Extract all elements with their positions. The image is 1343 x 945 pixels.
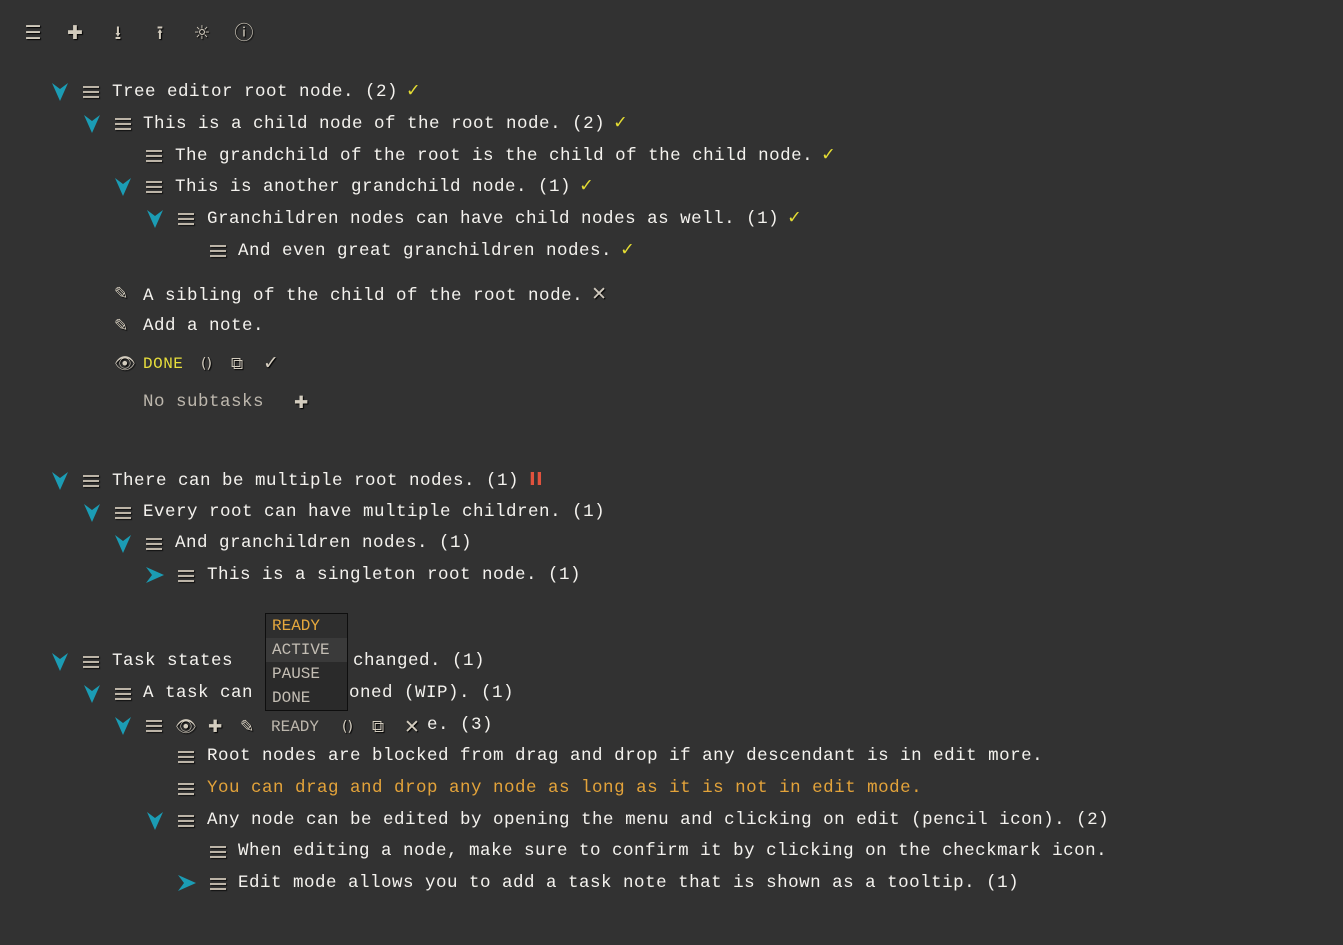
drag-handle-icon[interactable] <box>146 538 162 552</box>
pencil-icon[interactable]: ✎ <box>114 316 128 336</box>
collapse-chevron-icon[interactable] <box>84 504 100 522</box>
done-check-icon: ✓ <box>787 208 803 228</box>
drag-handle-icon[interactable] <box>83 475 99 489</box>
tree-node[interactable]: Tree editor root node. (2) ✓ <box>112 81 421 102</box>
drag-handle-icon[interactable] <box>115 688 131 702</box>
drag-handle-icon[interactable] <box>210 846 226 860</box>
pencil-icon[interactable]: ✎ <box>114 284 128 304</box>
collapse-chevron-icon[interactable] <box>52 83 68 101</box>
delete-icon[interactable]: ✕ <box>404 717 420 737</box>
done-check-icon: ✓ <box>406 81 422 101</box>
tree-node[interactable]: A task can <box>143 683 253 703</box>
node-label: Task states <box>112 651 245 671</box>
collapse-chevron-icon[interactable] <box>115 535 131 553</box>
status-select[interactable]: READY <box>271 717 319 737</box>
drag-handle-icon[interactable] <box>178 783 194 797</box>
collapse-chevron-icon[interactable] <box>147 812 163 830</box>
status-option-pause[interactable]: PAUSE <box>266 662 347 686</box>
tree-node[interactable]: Granchildren nodes can have child nodes … <box>207 208 802 229</box>
drag-handle-icon[interactable] <box>115 118 131 132</box>
pencil-icon[interactable]: ✎ <box>240 717 254 737</box>
node-label: This is another grandchild node. (1) <box>175 177 572 197</box>
node-label: A task can <box>143 683 254 703</box>
node-label: A sibling of the child of the root node. <box>143 286 584 306</box>
drag-handle-icon[interactable] <box>178 815 194 829</box>
collapse-chevron-icon[interactable] <box>147 210 163 228</box>
settings-icon[interactable]: ☼ <box>191 22 213 44</box>
done-check-icon: ✓ <box>821 145 837 165</box>
status-option-active[interactable]: ACTIVE <box>266 638 347 662</box>
drag-handle-icon[interactable] <box>210 878 226 892</box>
tree-node[interactable]: This is another grandchild node. (1) ✓ <box>175 176 594 197</box>
import-icon[interactable]: ⭳ <box>107 22 129 44</box>
collapse-chevron-icon[interactable] <box>115 717 131 735</box>
node-label: Tree editor root node. (2) <box>112 82 399 102</box>
window-icon[interactable]: ⧉ <box>231 354 243 374</box>
status-dropdown[interactable]: READY ACTIVE PAUSE DONE <box>265 613 348 711</box>
drag-handle-icon[interactable] <box>210 245 226 259</box>
node-label: There can be multiple root nodes. (1) <box>112 471 520 491</box>
collapse-chevron-icon[interactable] <box>84 685 100 703</box>
tree-node[interactable]: Task states <box>112 651 244 671</box>
drag-handle-icon[interactable] <box>83 86 99 100</box>
node-label-continued: e. (3) <box>427 715 494 735</box>
collapse-chevron-icon[interactable] <box>84 115 100 133</box>
tree-node[interactable]: The grandchild of the root is the child … <box>175 145 836 166</box>
add-icon[interactable]: ✚ <box>64 22 86 44</box>
add-icon[interactable]: ✚ <box>208 717 222 737</box>
drag-handle-icon[interactable] <box>146 720 162 734</box>
info-icon[interactable]: ⓘ <box>233 22 255 44</box>
tree-node[interactable]: Edit mode allows you to add a task note … <box>238 873 1019 893</box>
done-check-icon: ✓ <box>613 113 629 133</box>
status-select[interactable]: DONE <box>143 354 183 374</box>
drag-handle-icon[interactable] <box>146 150 162 164</box>
tree-node[interactable]: There can be multiple root nodes. (1) II <box>112 470 543 491</box>
drag-handle-icon[interactable] <box>83 656 99 670</box>
eye-icon[interactable]: 👁 <box>175 717 197 737</box>
node-label-continued: oned (WIP). (1) <box>349 683 515 703</box>
drag-handle-icon[interactable] <box>178 570 194 584</box>
node-label: This is a child node of the root node. (… <box>143 114 606 134</box>
tree-node[interactable]: This is a child node of the root node. (… <box>143 113 628 134</box>
tree-node-highlighted[interactable]: You can drag and drop any node as long a… <box>207 778 922 798</box>
done-check-icon: ✓ <box>579 176 595 196</box>
status-option-done[interactable]: DONE <box>266 686 347 710</box>
parentheses-icon[interactable]: () <box>201 354 212 374</box>
expand-chevron-icon[interactable] <box>146 567 164 585</box>
tree-node[interactable]: Root nodes are blocked from drag and dro… <box>207 746 1043 766</box>
expand-chevron-icon[interactable] <box>178 875 196 893</box>
tree-node[interactable]: Any node can be edited by opening the me… <box>207 810 1109 830</box>
collapse-chevron-icon[interactable] <box>52 653 68 671</box>
drag-handle-icon[interactable] <box>146 181 162 195</box>
node-label-continued: changed. (1) <box>353 651 486 671</box>
menu-icon[interactable]: ☰ <box>22 22 44 44</box>
tree-node[interactable]: When editing a node, make sure to confir… <box>238 841 1107 861</box>
drag-handle-icon[interactable] <box>178 751 194 765</box>
tree-node[interactable]: And granchildren nodes. (1) <box>175 533 472 553</box>
tree-node-editing[interactable]: A sibling of the child of the root node.… <box>143 284 608 306</box>
node-label: The grandchild of the root is the child … <box>175 146 814 166</box>
collapse-chevron-icon[interactable] <box>115 178 131 196</box>
note-field[interactable]: Add a note. <box>143 316 264 336</box>
export-icon[interactable]: ⭱ <box>149 22 171 44</box>
tree-node[interactable]: And even great granchildren nodes. ✓ <box>238 240 635 261</box>
window-icon[interactable]: ⧉ <box>372 717 384 737</box>
confirm-check-icon[interactable]: ✓ <box>263 353 279 373</box>
tree-node[interactable]: Every root can have multiple children. (… <box>143 502 605 522</box>
eye-icon[interactable]: 👁 <box>114 354 136 374</box>
collapse-chevron-icon[interactable] <box>52 472 68 490</box>
close-icon[interactable]: ✕ <box>591 283 607 305</box>
drag-handle-icon[interactable] <box>178 213 194 227</box>
tree-node[interactable]: This is a singleton root node. (1) <box>207 565 581 585</box>
status-option-ready[interactable]: READY <box>266 614 347 638</box>
drag-handle-icon[interactable] <box>115 507 131 521</box>
node-label: And even great granchildren nodes. <box>238 241 613 261</box>
parentheses-icon[interactable]: () <box>342 717 353 737</box>
add-subtask-icon[interactable]: ✚ <box>294 393 308 413</box>
done-check-icon: ✓ <box>620 240 636 260</box>
no-subtasks-label: No subtasks <box>143 392 265 412</box>
pause-icon: II <box>529 470 544 490</box>
node-label: Granchildren nodes can have child nodes … <box>207 209 780 229</box>
